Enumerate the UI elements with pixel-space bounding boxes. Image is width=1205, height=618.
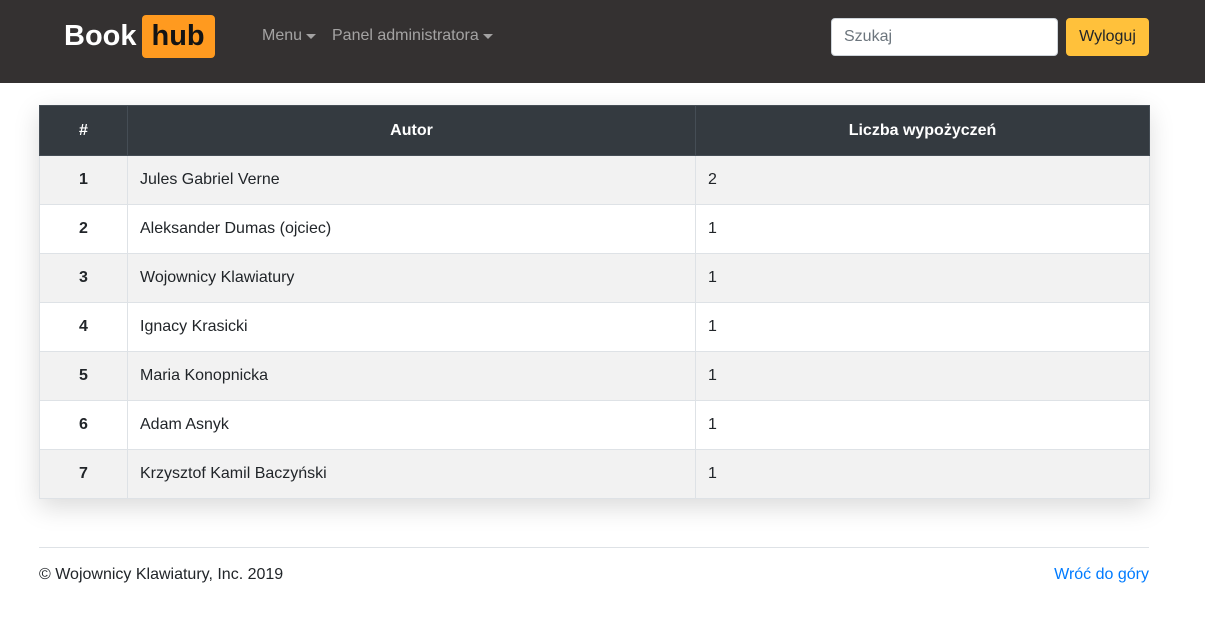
row-loan-count: 2 [695, 155, 1150, 205]
column-header-author: Autor [127, 105, 696, 156]
authors-table-container: # Autor Liczba wypożyczeń 1 Jules Gabrie… [39, 105, 1150, 499]
row-author: Aleksander Dumas (ojciec) [127, 204, 696, 254]
top-navbar: Book hub Menu Panel administratora Wylog… [0, 0, 1205, 83]
menu-dropdown[interactable]: Menu [262, 26, 317, 46]
brand-logo-highlight: hub [141, 15, 215, 58]
row-loan-count: 1 [695, 253, 1150, 303]
table-row: 2 Aleksander Dumas (ojciec) 1 [39, 204, 1150, 254]
row-author: Ignacy Krasicki [127, 302, 696, 352]
table-row: 7 Krzysztof Kamil Baczyński 1 [39, 449, 1150, 499]
back-to-top-link[interactable]: Wróć do góry [1054, 566, 1149, 584]
row-author: Krzysztof Kamil Baczyński [127, 449, 696, 499]
caret-down-icon [482, 33, 493, 39]
row-loan-count: 1 [695, 351, 1150, 401]
row-author: Wojownicy Klawiatury [127, 253, 696, 303]
row-author: Maria Konopnicka [127, 351, 696, 401]
menu-dropdown-label: Menu [262, 27, 303, 44]
column-header-number: # [39, 105, 128, 156]
table-row: 6 Adam Asnyk 1 [39, 400, 1150, 450]
admin-panel-dropdown-label: Panel administratora [332, 27, 479, 44]
row-number: 1 [39, 155, 128, 205]
row-loan-count: 1 [695, 204, 1150, 254]
row-number: 2 [39, 204, 128, 254]
row-loan-count: 1 [695, 449, 1150, 499]
row-author: Jules Gabriel Verne [127, 155, 696, 205]
search-input[interactable] [831, 18, 1058, 56]
brand-logo[interactable]: Book hub [64, 15, 215, 58]
table-row: 5 Maria Konopnicka 1 [39, 351, 1150, 401]
footer-copyright: © Wojownicy Klawiatury, Inc. 2019 [39, 566, 284, 583]
row-number: 3 [39, 253, 128, 303]
admin-panel-dropdown[interactable]: Panel administratora [332, 26, 493, 46]
caret-down-icon [306, 33, 317, 39]
row-loan-count: 1 [695, 302, 1150, 352]
logout-button[interactable]: Wyloguj [1066, 18, 1149, 56]
row-number: 5 [39, 351, 128, 401]
table-header-row: # Autor Liczba wypożyczeń [39, 105, 1150, 156]
table-row: 1 Jules Gabriel Verne 2 [39, 155, 1150, 205]
row-author: Adam Asnyk [127, 400, 696, 450]
table-row: 4 Ignacy Krasicki 1 [39, 302, 1150, 352]
row-number: 6 [39, 400, 128, 450]
authors-loans-table: # Autor Liczba wypożyczeń 1 Jules Gabrie… [39, 105, 1150, 499]
row-number: 4 [39, 302, 128, 352]
row-number: 7 [39, 449, 128, 499]
column-header-loan-count: Liczba wypożyczeń [695, 105, 1150, 156]
brand-logo-text: Book [64, 20, 137, 52]
row-loan-count: 1 [695, 400, 1150, 450]
footer-divider [39, 547, 1149, 548]
table-row: 3 Wojownicy Klawiatury 1 [39, 253, 1150, 303]
